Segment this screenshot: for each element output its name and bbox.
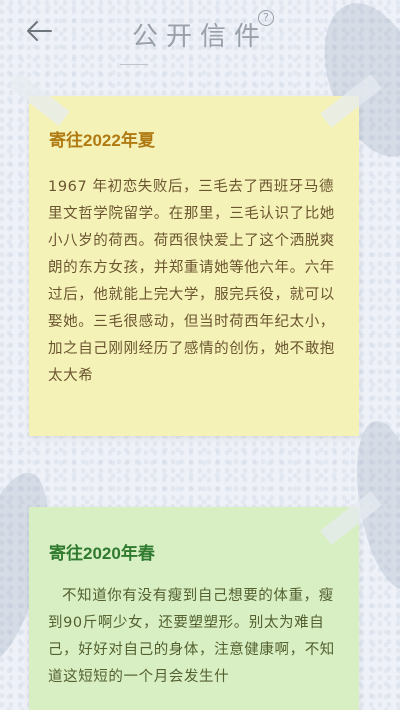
tape-decoration xyxy=(8,72,70,126)
title-underline xyxy=(120,64,148,65)
help-icon[interactable]: ? xyxy=(258,10,274,26)
letter-title: 寄往2020年春 xyxy=(49,544,155,563)
header: 公开信件 ? xyxy=(0,0,400,80)
letter-body: 不知道你有没有瘦到自己想要的体重，瘦到90斤啊少女，还要塑塑形。别太为难自己，好… xyxy=(48,588,335,685)
letter-title: 寄往2022年夏 xyxy=(49,131,155,150)
letter-card[interactable]: 寄往2020年春 不知道你有没有瘦到自己想要的体重，瘦到90斤啊少女，还要塑塑形… xyxy=(29,491,382,710)
letter-card[interactable]: 寄往2022年夏 1967 年初恋失败后，三毛去了西班牙马德里文哲学院留学。在那… xyxy=(8,72,382,436)
page-title: 公开信件 xyxy=(131,22,268,52)
letter-body: 1967 年初恋失败后，三毛去了西班牙马德里文哲学院留学。在那里，三毛认识了比她… xyxy=(48,179,335,384)
